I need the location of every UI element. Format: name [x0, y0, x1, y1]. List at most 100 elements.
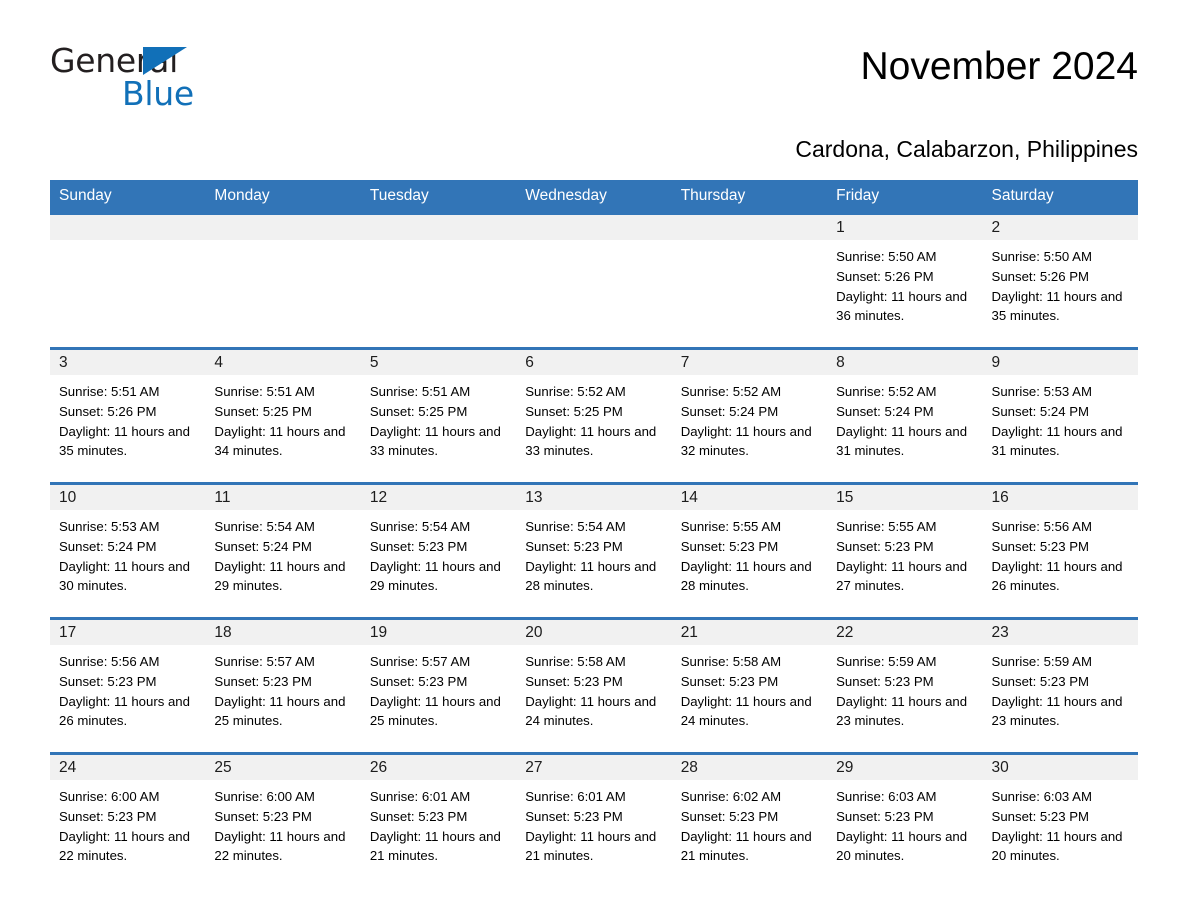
calendar-day-cell[interactable]: 10 Sunrise: 5:53 AM Sunset: 5:24 PM Dayligh… — [50, 485, 206, 617]
day-details: Sunrise: 5:56 AM Sunset: 5:23 PM Daylight:… — [50, 645, 205, 731]
calendar-day-cell[interactable]: 22 Sunrise: 5:59 AM Sunset: 5:23 PM Dayligh… — [827, 620, 983, 752]
calendar-cell: 20 Sunrise: 5:58 AM Sunset: 5:23 PM Dayligh… — [516, 617, 672, 754]
calendar-day-cell[interactable]: 18 Sunrise: 5:57 AM Sunset: 5:23 PM Dayligh… — [205, 620, 361, 752]
sunrise-text: Sunrise: 5:54 AM — [525, 519, 626, 534]
weekday-header-sunday: Sunday — [50, 180, 206, 214]
daylight-text: Daylight: 11 hours and 25 minutes. — [369, 693, 501, 729]
daylight-text: Daylight: 11 hours and 25 minutes. — [214, 693, 346, 729]
day-details: Sunrise: 5:59 AM Sunset: 5:23 PM Daylight:… — [983, 645, 1138, 731]
day-number: 29 — [827, 755, 983, 780]
calendar-day-cell[interactable]: 20 Sunrise: 5:58 AM Sunset: 5:23 PM Dayligh… — [516, 620, 672, 752]
day-number: 5 — [360, 350, 517, 375]
calendar-cell: 12 Sunrise: 5:54 AM Sunset: 5:23 PM Dayligh… — [360, 482, 517, 619]
daylight-text: Daylight: 11 hours and 28 minutes. — [680, 558, 812, 594]
day-number: 1 — [827, 215, 983, 240]
calendar-cell: 18 Sunrise: 5:57 AM Sunset: 5:23 PM Dayligh… — [205, 617, 361, 754]
daylight-text: Daylight: 11 hours and 35 minutes. — [59, 423, 190, 459]
day-details: Sunrise: 5:54 AM Sunset: 5:23 PM Daylight:… — [516, 510, 671, 596]
calendar-day-cell[interactable]: 25 Sunrise: 6:00 AM Sunset: 5:23 PM Dayligh… — [205, 755, 361, 887]
calendar-day-cell[interactable]: 3 Sunrise: 5:51 AM Sunset: 5:26 PM Daylight… — [50, 350, 206, 482]
calendar-day-cell[interactable]: 28 Sunrise: 6:02 AM Sunset: 5:23 PM Dayligh… — [671, 755, 828, 887]
day-number: 30 — [982, 755, 1138, 780]
calendar-cell: 30 Sunrise: 6:03 AM Sunset: 5:23 PM Dayligh… — [982, 752, 1138, 887]
calendar-day-cell[interactable]: 21 Sunrise: 5:58 AM Sunset: 5:23 PM Dayligh… — [671, 620, 828, 752]
calendar-cell: 4 Sunrise: 5:51 AM Sunset: 5:25 PM Daylight… — [205, 347, 361, 484]
sunrise-text: Sunrise: 6:01 AM — [525, 789, 626, 804]
calendar-day-cell[interactable]: 30 Sunrise: 6:03 AM Sunset: 5:23 PM Dayligh… — [982, 755, 1138, 887]
calendar-day-cell[interactable]: 27 Sunrise: 6:01 AM Sunset: 5:23 PM Dayligh… — [516, 755, 672, 887]
sunset-text: Sunset: 5:26 PM — [59, 403, 157, 419]
page-title: November 2024 — [860, 45, 1139, 88]
sunrise-text: Sunrise: 5:57 AM — [369, 654, 471, 669]
calendar-day-cell[interactable]: 6 Sunrise: 5:52 AM Sunset: 5:25 PM Daylight… — [516, 350, 672, 482]
calendar-day-cell[interactable]: 15 Sunrise: 5:55 AM Sunset: 5:23 PM Dayligh… — [827, 485, 983, 617]
day-number: 20 — [516, 620, 672, 645]
day-number: 3 — [50, 350, 206, 375]
calendar-day-cell[interactable]: 13 Sunrise: 5:54 AM Sunset: 5:23 PM Dayligh… — [516, 485, 672, 617]
day-number: 13 — [516, 485, 672, 510]
day-details: Sunrise: 5:50 AM Sunset: 5:26 PM Daylight:… — [827, 240, 982, 326]
sunset-text: Sunset: 5:23 PM — [369, 673, 468, 689]
calendar-day-cell[interactable]: 7 Sunrise: 5:52 AM Sunset: 5:24 PM Daylight… — [671, 350, 828, 482]
sunset-text: Sunset: 5:23 PM — [991, 808, 1090, 824]
logo-triangle-icon — [143, 47, 187, 75]
day-number: 4 — [205, 350, 361, 375]
calendar-cell: 3 Sunrise: 5:51 AM Sunset: 5:26 PM Daylight… — [50, 347, 206, 484]
calendar-day-cell[interactable]: 14 Sunrise: 5:55 AM Sunset: 5:23 PM Dayligh… — [671, 485, 828, 617]
calendar-cell: 25 Sunrise: 6:00 AM Sunset: 5:23 PM Dayligh… — [205, 752, 361, 887]
day-number: 26 — [360, 755, 517, 780]
day-number: 17 — [50, 620, 206, 645]
calendar-day-cell[interactable]: 8 Sunrise: 5:52 AM Sunset: 5:24 PM Daylight… — [827, 350, 983, 482]
daylight-text: Daylight: 11 hours and 22 minutes. — [214, 828, 346, 864]
calendar-day-cell[interactable]: 23 Sunrise: 5:59 AM Sunset: 5:23 PM Dayligh… — [982, 620, 1138, 752]
calendar-day-cell[interactable]: 12 Sunrise: 5:54 AM Sunset: 5:23 PM Dayligh… — [360, 485, 517, 617]
calendar-cell: 1 Sunrise: 5:50 AM Sunset: 5:26 PM Daylight… — [827, 212, 983, 349]
sunrise-text: Sunrise: 5:53 AM — [59, 519, 160, 534]
calendar-day-cell[interactable]: 16 Sunrise: 5:56 AM Sunset: 5:23 PM Dayligh… — [982, 485, 1138, 617]
sunset-text: Sunset: 5:23 PM — [680, 673, 779, 689]
sunrise-text: Sunrise: 6:00 AM — [214, 789, 315, 804]
daylight-text: Daylight: 11 hours and 33 minutes. — [369, 423, 501, 459]
sunset-text: Sunset: 5:23 PM — [836, 808, 934, 824]
calendar-body: 1 Sunrise: 5:50 AM Sunset: 5:26 PM Daylight… — [50, 212, 1138, 887]
calendar-day-cell-empty — [671, 215, 828, 347]
day-number: 7 — [671, 350, 828, 375]
sunset-text: Sunset: 5:24 PM — [214, 538, 312, 554]
calendar-day-cell[interactable]: 19 Sunrise: 5:57 AM Sunset: 5:23 PM Dayligh… — [360, 620, 517, 752]
day-details: Sunrise: 5:51 AM Sunset: 5:25 PM Daylight:… — [361, 375, 516, 461]
sunset-text: Sunset: 5:23 PM — [525, 808, 623, 824]
calendar-day-cell[interactable]: 1 Sunrise: 5:50 AM Sunset: 5:26 PM Daylight… — [827, 215, 983, 347]
day-number — [205, 215, 361, 240]
calendar-cell: 6 Sunrise: 5:52 AM Sunset: 5:25 PM Daylight… — [516, 347, 672, 484]
sunrise-text: Sunrise: 6:03 AM — [991, 789, 1092, 804]
calendar-cell — [50, 212, 206, 349]
calendar-day-cell[interactable]: 9 Sunrise: 5:53 AM Sunset: 5:24 PM Daylight… — [982, 350, 1138, 482]
sunrise-text: Sunrise: 5:52 AM — [836, 384, 937, 399]
calendar-header: Sunday Monday Tuesday Wednesday Thursday… — [50, 180, 1138, 214]
calendar-cell: 15 Sunrise: 5:55 AM Sunset: 5:23 PM Dayligh… — [827, 482, 983, 619]
weekday-header-thursday: Thursday — [671, 180, 828, 214]
calendar-day-cell[interactable]: 11 Sunrise: 5:54 AM Sunset: 5:24 PM Dayligh… — [205, 485, 361, 617]
daylight-text: Daylight: 11 hours and 35 minutes. — [991, 288, 1123, 324]
daylight-text: Daylight: 11 hours and 31 minutes. — [836, 423, 968, 459]
calendar-cell: 24 Sunrise: 6:00 AM Sunset: 5:23 PM Dayligh… — [50, 752, 206, 887]
calendar-day-cell[interactable]: 17 Sunrise: 5:56 AM Sunset: 5:23 PM Dayligh… — [50, 620, 206, 752]
calendar-cell: 21 Sunrise: 5:58 AM Sunset: 5:23 PM Dayligh… — [671, 617, 828, 754]
sunset-text: Sunset: 5:23 PM — [991, 673, 1090, 689]
calendar-day-cell[interactable]: 26 Sunrise: 6:01 AM Sunset: 5:23 PM Dayligh… — [360, 755, 517, 887]
sunset-text: Sunset: 5:24 PM — [59, 538, 157, 554]
daylight-text: Daylight: 11 hours and 22 minutes. — [59, 828, 190, 864]
calendar-cell: 11 Sunrise: 5:54 AM Sunset: 5:24 PM Dayligh… — [205, 482, 361, 619]
calendar-day-cell[interactable]: 2 Sunrise: 5:50 AM Sunset: 5:26 PM Daylight… — [982, 215, 1138, 347]
daylight-text: Daylight: 11 hours and 20 minutes. — [991, 828, 1123, 864]
day-details: Sunrise: 5:53 AM Sunset: 5:24 PM Daylight:… — [983, 375, 1138, 461]
sunset-text: Sunset: 5:25 PM — [369, 403, 468, 419]
calendar-day-cell[interactable]: 29 Sunrise: 6:03 AM Sunset: 5:23 PM Dayligh… — [827, 755, 983, 887]
weekday-header-wednesday: Wednesday — [516, 180, 672, 214]
calendar-day-cell[interactable]: 24 Sunrise: 6:00 AM Sunset: 5:23 PM Dayligh… — [50, 755, 206, 887]
calendar-day-cell[interactable]: 4 Sunrise: 5:51 AM Sunset: 5:25 PM Daylight… — [205, 350, 361, 482]
sunrise-text: Sunrise: 5:57 AM — [214, 654, 315, 669]
sunset-text: Sunset: 5:23 PM — [214, 673, 312, 689]
calendar-day-cell[interactable]: 5 Sunrise: 5:51 AM Sunset: 5:25 PM Daylight… — [360, 350, 517, 482]
daylight-text: Daylight: 11 hours and 27 minutes. — [836, 558, 968, 594]
